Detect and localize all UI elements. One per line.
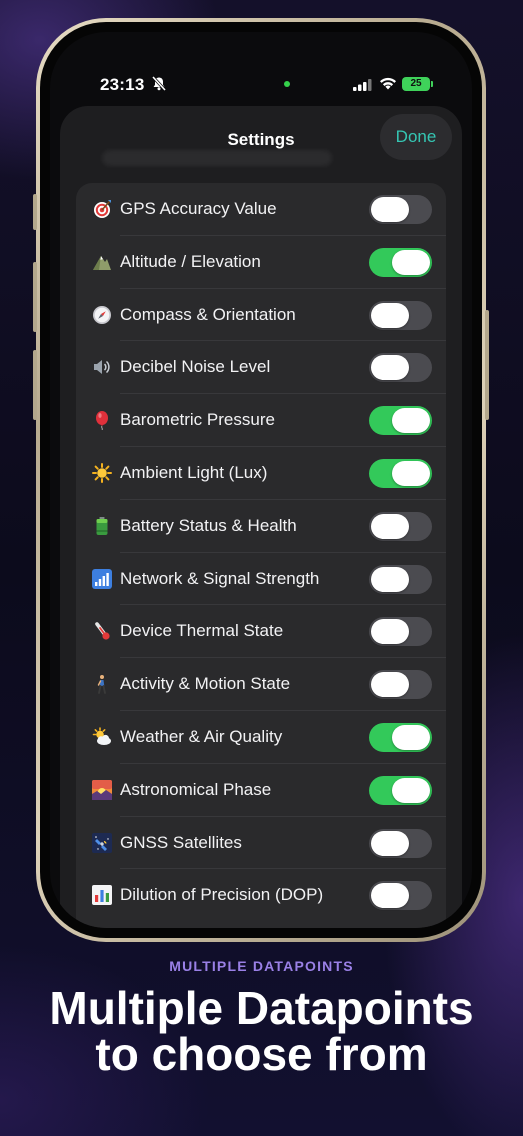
list-item: Altitude / Elevation: [76, 236, 446, 289]
balloon-icon: [92, 410, 112, 431]
toggle-switch[interactable]: [369, 670, 432, 700]
camera-indicator-dot: [284, 81, 290, 87]
sunrise-icon: [92, 779, 112, 800]
done-button[interactable]: Done: [380, 114, 452, 160]
status-time: 23:13: [100, 75, 145, 94]
satellite-icon: [92, 832, 112, 853]
action-button: [33, 194, 37, 230]
toggle-switch[interactable]: [369, 564, 432, 594]
toggle-switch[interactable]: [369, 458, 432, 488]
settings-sheet: Settings Done GPS Accuracy Value Altitud…: [60, 106, 462, 928]
power-button: [485, 310, 489, 420]
list-item: Battery Status & Health: [76, 500, 446, 553]
battery-level: 25: [410, 78, 422, 89]
background-blur: [102, 150, 332, 166]
list-item: Weather & Air Quality: [76, 711, 446, 764]
list-item: Ambient Light (Lux): [76, 447, 446, 500]
bar-chart-icon: [92, 885, 112, 906]
battery-icon: [92, 516, 112, 536]
marketing-headline: Multiple Datapoints to choose from: [0, 985, 523, 1077]
item-label: GPS Accuracy Value: [120, 199, 277, 218]
toggle-switch[interactable]: [369, 617, 432, 647]
toggle-switch[interactable]: [369, 300, 432, 330]
headline-line-2: to choose from: [95, 1028, 428, 1080]
item-label: Ambient Light (Lux): [120, 462, 268, 482]
toggle-switch[interactable]: [369, 511, 432, 541]
list-item: Compass & Orientation: [76, 289, 446, 342]
sun-cloud-icon: [92, 727, 112, 747]
headline-line-1: Multiple Datapoints: [49, 982, 474, 1034]
toggle-switch[interactable]: [369, 406, 432, 436]
datapoint-list: GPS Accuracy Value Altitude / Elevation: [76, 183, 446, 928]
list-item: Decibel Noise Level: [76, 341, 446, 394]
bell-slash-icon: [151, 75, 167, 96]
item-label: Battery Status & Health: [120, 515, 297, 535]
target-icon: [92, 199, 112, 219]
status-bar: 23:13 25: [50, 32, 472, 95]
list-item: Device Thermal State: [76, 605, 446, 658]
item-label: GNSS Satellites: [120, 832, 242, 852]
walking-person-icon: [92, 674, 112, 695]
item-label: Network & Signal Strength: [120, 568, 320, 588]
list-item: GPS Accuracy Value: [76, 183, 446, 236]
toggle-switch[interactable]: [369, 775, 432, 805]
item-label: Decibel Noise Level: [120, 357, 271, 377]
phone-frame: 23:13 25 Settings Done GPS Accuracy Valu…: [33, 18, 489, 942]
item-label: Device Thermal State: [120, 621, 284, 641]
signal-bars-icon: [92, 568, 112, 589]
list-item: Dilution of Precision (DOP): [76, 869, 446, 922]
speaker-icon: [92, 357, 112, 377]
toggle-switch[interactable]: [369, 828, 432, 858]
item-label: Astronomical Phase: [120, 779, 272, 799]
thermometer-icon: [92, 621, 112, 641]
sun-icon: [92, 462, 112, 483]
item-label: Barometric Pressure: [120, 410, 275, 430]
item-label: Altitude / Elevation: [120, 251, 261, 271]
item-label: Compass & Orientation: [120, 304, 296, 324]
toggle-switch[interactable]: [369, 247, 432, 277]
mountain-icon: [92, 252, 112, 272]
phone-screen: 23:13 25 Settings Done GPS Accuracy Valu…: [50, 32, 472, 928]
cellular-signal-icon: [353, 78, 373, 96]
volume-down-button: [33, 350, 37, 420]
compass-icon: [92, 305, 112, 325]
list-item: Barometric Pressure: [76, 394, 446, 447]
phone-bezel: 23:13 25 Settings Done GPS Accuracy Valu…: [40, 22, 482, 938]
list-item: Activity & Motion State: [76, 658, 446, 711]
toggle-switch[interactable]: [369, 353, 432, 383]
section-kicker: MULTIPLE DATAPOINTS: [169, 958, 354, 974]
volume-up-button: [33, 262, 37, 332]
list-item: Astronomical Phase: [76, 764, 446, 817]
item-label: Weather & Air Quality: [120, 726, 283, 746]
item-label: Activity & Motion State: [120, 674, 291, 694]
toggle-switch[interactable]: [369, 722, 432, 752]
item-label: Dilution of Precision (DOP): [120, 885, 324, 905]
list-item: GNSS Satellites: [76, 817, 446, 870]
list-item: Network & Signal Strength: [76, 553, 446, 606]
toggle-switch[interactable]: [369, 195, 432, 224]
wifi-icon: [379, 77, 397, 95]
toggle-switch[interactable]: [369, 881, 432, 911]
battery-icon: 25: [402, 77, 433, 91]
